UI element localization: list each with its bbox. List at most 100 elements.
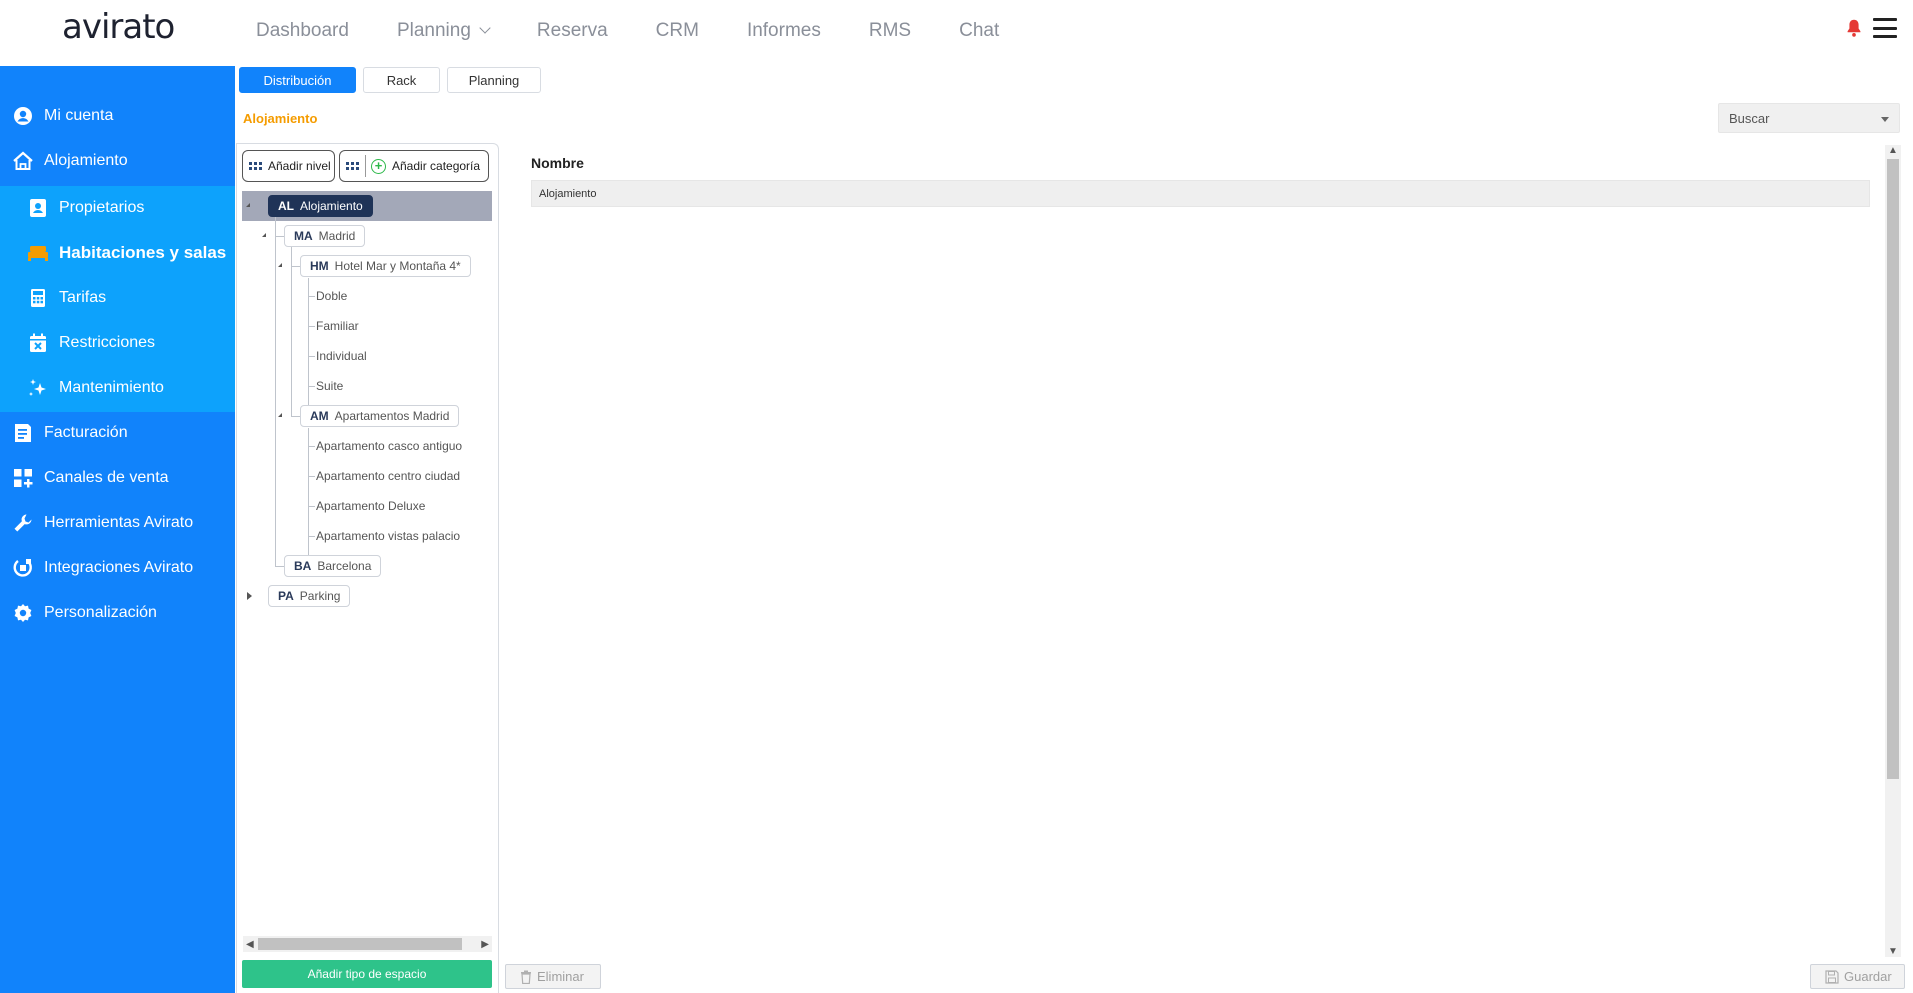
save-button[interactable]: Guardar — [1810, 964, 1905, 989]
sidebar-item-alojamiento[interactable]: Alojamiento — [0, 139, 235, 183]
sidebar-item-herramientas[interactable]: Herramientas Avirato — [0, 501, 235, 545]
sidebar: Mi cuenta Alojamiento Propietarios Habit… — [0, 66, 235, 993]
nav-dashboard[interactable]: Dashboard — [256, 20, 349, 42]
node-label: Apartamentos Madrid — [334, 409, 450, 423]
tree-leaf-apartment[interactable]: Apartamento casco antiguo — [316, 439, 462, 453]
sidebar-subitem-tarifas[interactable]: Tarifas — [0, 276, 235, 320]
top-navigation: Dashboard Planning Reserva CRM Informes … — [256, 20, 1047, 42]
calendar-x-icon — [27, 332, 49, 354]
tab-distribucion[interactable]: Distribución — [239, 67, 356, 93]
nav-label: Informes — [746, 20, 821, 41]
scroll-down-icon[interactable]: ▼ — [1888, 946, 1898, 957]
node-code: PA — [278, 589, 294, 603]
sidebar-item-integraciones[interactable]: Integraciones Avirato — [0, 546, 235, 590]
sidebar-subitem-restricciones[interactable]: Restricciones — [0, 321, 235, 365]
scroll-right-icon[interactable]: ▶ — [481, 939, 489, 950]
tree-node-apartamentos[interactable]: AM Apartamentos Madrid — [300, 405, 460, 427]
avirato-logo[interactable]: avirato — [62, 7, 175, 47]
nav-planning[interactable]: Planning — [396, 20, 491, 42]
node-label: Madrid — [318, 229, 356, 243]
hamburger-menu-icon[interactable] — [1873, 18, 1897, 38]
tree-node-hotel[interactable]: HM Hotel Mar y Montaña 4* — [300, 255, 471, 277]
tree-toggle-expanded[interactable] — [244, 201, 254, 211]
scroll-left-icon[interactable]: ◀ — [246, 939, 254, 950]
search-select[interactable]: Buscar — [1718, 103, 1900, 133]
nav-informes[interactable]: Informes — [747, 20, 821, 42]
wrench-icon — [12, 512, 34, 534]
nav-label: Reserva — [536, 20, 608, 41]
nav-reserva[interactable]: Reserva — [537, 20, 608, 42]
search-select-label: Buscar — [1729, 110, 1770, 126]
nav-label: Planning — [396, 20, 471, 41]
nav-label: Chat — [959, 20, 1000, 41]
tree-connector — [308, 326, 315, 327]
content-vertical-scrollbar[interactable]: ▲ ▼ — [1885, 145, 1901, 957]
sidebar-subitem-label: Mantenimiento — [59, 379, 164, 396]
node-label: Barcelona — [317, 559, 372, 573]
owner-card-icon — [27, 197, 49, 219]
tree-leaf-room[interactable]: Familiar — [316, 319, 359, 333]
nav-label: CRM — [655, 20, 699, 41]
add-category-button[interactable]: + Añadir categoría — [339, 150, 489, 182]
add-space-type-button[interactable]: Añadir tipo de espacio — [242, 960, 492, 988]
hamburger-bar — [1873, 35, 1897, 38]
house-icon — [12, 150, 34, 172]
sidebar-subitem-propietarios[interactable]: Propietarios — [0, 186, 235, 230]
sidebar-item-label: Herramientas Avirato — [44, 514, 194, 531]
tree-leaf-room[interactable]: Suite — [316, 379, 343, 393]
tree-leaf-room[interactable]: Individual — [316, 349, 367, 363]
nav-rms[interactable]: RMS — [869, 20, 911, 42]
scrollbar-thumb[interactable] — [1887, 159, 1899, 779]
hamburger-bar — [1873, 26, 1897, 30]
sidebar-subitem-label: Propietarios — [59, 199, 145, 216]
tree-connector — [308, 536, 315, 537]
sidebar-item-canales-venta[interactable]: Canales de venta — [0, 456, 235, 500]
tree-toggle-expanded[interactable] — [260, 231, 270, 241]
tree-leaf-apartment[interactable]: Apartamento centro ciudad — [316, 469, 460, 483]
scrollbar-thumb[interactable] — [258, 938, 462, 950]
tree-toggle-expanded[interactable] — [276, 411, 286, 421]
name-field[interactable]: Alojamiento — [531, 180, 1870, 207]
invoice-icon — [12, 422, 34, 444]
tree-node-alojamiento[interactable]: AL Alojamiento — [268, 195, 373, 217]
user-circle-icon — [12, 105, 34, 127]
sidebar-item-personalizacion[interactable]: Personalización — [0, 591, 235, 635]
bell-icon[interactable] — [1843, 16, 1865, 40]
tree-toggle-collapsed[interactable] — [244, 591, 254, 601]
scroll-up-icon[interactable]: ▲ — [1888, 145, 1898, 156]
tree-horizontal-scrollbar[interactable]: ◀ ▶ — [243, 936, 492, 952]
tree-node-madrid[interactable]: MA Madrid — [284, 225, 366, 247]
nav-crm[interactable]: CRM — [656, 20, 699, 42]
sparkle-icon — [27, 377, 49, 399]
sidebar-subitem-mantenimiento[interactable]: Mantenimiento — [0, 366, 235, 410]
tree-node-barcelona[interactable]: BA Barcelona — [284, 555, 382, 577]
node-code: AM — [310, 409, 329, 423]
grid-dots-icon — [346, 162, 359, 170]
tree-connector — [308, 356, 315, 357]
top-header: avirato Dashboard Planning Reserva CRM I… — [0, 0, 1913, 66]
tab-rack[interactable]: Rack — [363, 67, 440, 93]
tree-toggle-expanded[interactable] — [276, 261, 286, 271]
tree-leaf-apartment[interactable]: Apartamento vistas palacio — [316, 529, 460, 543]
tree-leaf-room[interactable]: Doble — [316, 289, 347, 303]
sidebar-subitem-habitaciones[interactable]: Habitaciones y salas — [0, 231, 235, 275]
trash-icon — [520, 970, 532, 984]
nav-chat[interactable]: Chat — [959, 20, 999, 42]
sidebar-item-facturacion[interactable]: Facturación — [0, 411, 235, 455]
tree-leaf-apartment[interactable]: Apartamento Deluxe — [316, 499, 425, 513]
sidebar-item-mi-cuenta[interactable]: Mi cuenta — [0, 94, 235, 138]
breadcrumb[interactable]: Alojamiento — [243, 111, 317, 126]
tab-planning[interactable]: Planning — [447, 67, 541, 93]
tree-connector — [308, 428, 309, 558]
delete-button[interactable]: Eliminar — [505, 964, 601, 989]
grid-plus-icon — [12, 467, 34, 489]
caret-down-icon — [1881, 117, 1889, 122]
hamburger-bar — [1873, 18, 1897, 21]
tree-node-parking[interactable]: PA Parking — [268, 585, 351, 607]
integration-icon — [12, 557, 34, 579]
save-label: Guardar — [1844, 969, 1892, 984]
sidebar-subitem-label: Tarifas — [59, 289, 107, 306]
tree-connector — [308, 506, 315, 507]
add-level-button[interactable]: Añadir nivel — [242, 150, 335, 182]
sidebar-subitem-label: Restricciones — [59, 334, 156, 351]
